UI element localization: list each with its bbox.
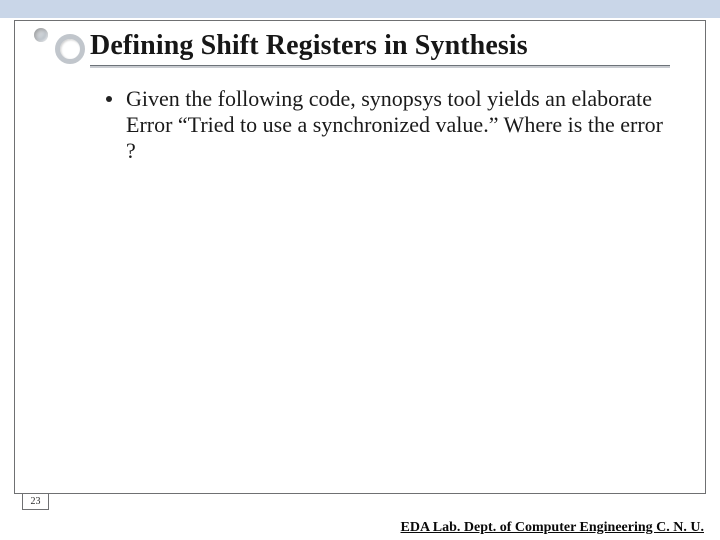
bullet-dot-icon xyxy=(106,96,112,102)
title-underline xyxy=(90,65,670,68)
decor-circle-large-icon xyxy=(55,34,85,64)
body-text: Given the following code, synopsys tool … xyxy=(120,86,665,164)
footer-text: EDA Lab. Dept. of Computer Engineering C… xyxy=(0,520,720,536)
top-accent-bar xyxy=(0,0,720,18)
bullet-text: Given the following code, synopsys tool … xyxy=(126,86,665,164)
slide-title: Defining Shift Registers in Synthesis xyxy=(90,30,690,62)
bullet-item: Given the following code, synopsys tool … xyxy=(120,86,665,164)
page-number: 23 xyxy=(22,493,49,510)
slide: Defining Shift Registers in Synthesis Gi… xyxy=(0,0,720,540)
decor-circle-small-icon xyxy=(34,28,48,42)
